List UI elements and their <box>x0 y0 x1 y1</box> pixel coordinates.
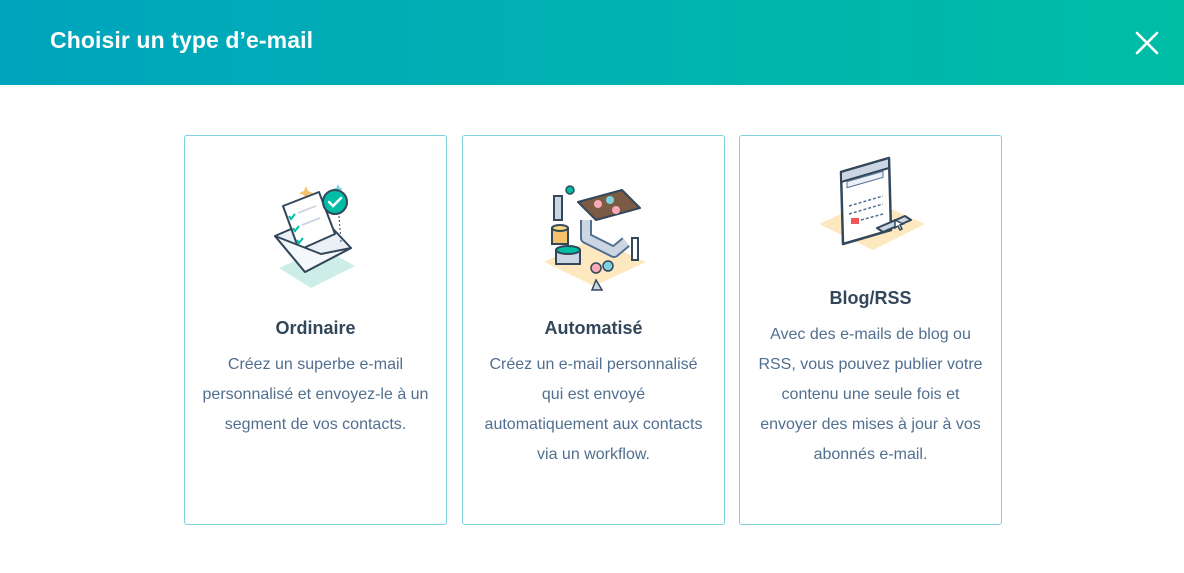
envelope-checklist-illustration <box>185 176 446 296</box>
dialog-header: Choisir un type d’e-mail <box>0 0 1184 85</box>
card-description: Créez un e-mail personnalisé qui est env… <box>484 356 703 463</box>
dialog-title: Choisir un type d’e-mail <box>50 27 314 53</box>
card-description: Avec des e-mails de blog ou RSS, vous po… <box>758 326 983 463</box>
choose-email-type-dialog: Choisir un type d’e-mail Ordinaire Créez… <box>0 0 1184 573</box>
automation-machine-illustration <box>463 180 724 298</box>
card-blog-rss-email[interactable]: Blog/RSS Avec des e-mails de blog ou RSS… <box>739 135 1002 525</box>
close-icon <box>1135 31 1159 55</box>
close-button[interactable] <box>1131 27 1163 59</box>
card-title: Blog/RSS <box>829 288 912 308</box>
card-title: Ordinaire <box>275 318 356 338</box>
card-regular-email[interactable]: Ordinaire Créez un superbe e-mail person… <box>184 135 447 525</box>
card-description: Créez un superbe e-mail personnalisé et … <box>202 356 429 433</box>
card-automated-email[interactable]: Automatisé Créez un e-mail personnalisé … <box>462 135 725 525</box>
browser-window-illustration <box>740 154 1001 264</box>
card-title: Automatisé <box>544 318 643 338</box>
